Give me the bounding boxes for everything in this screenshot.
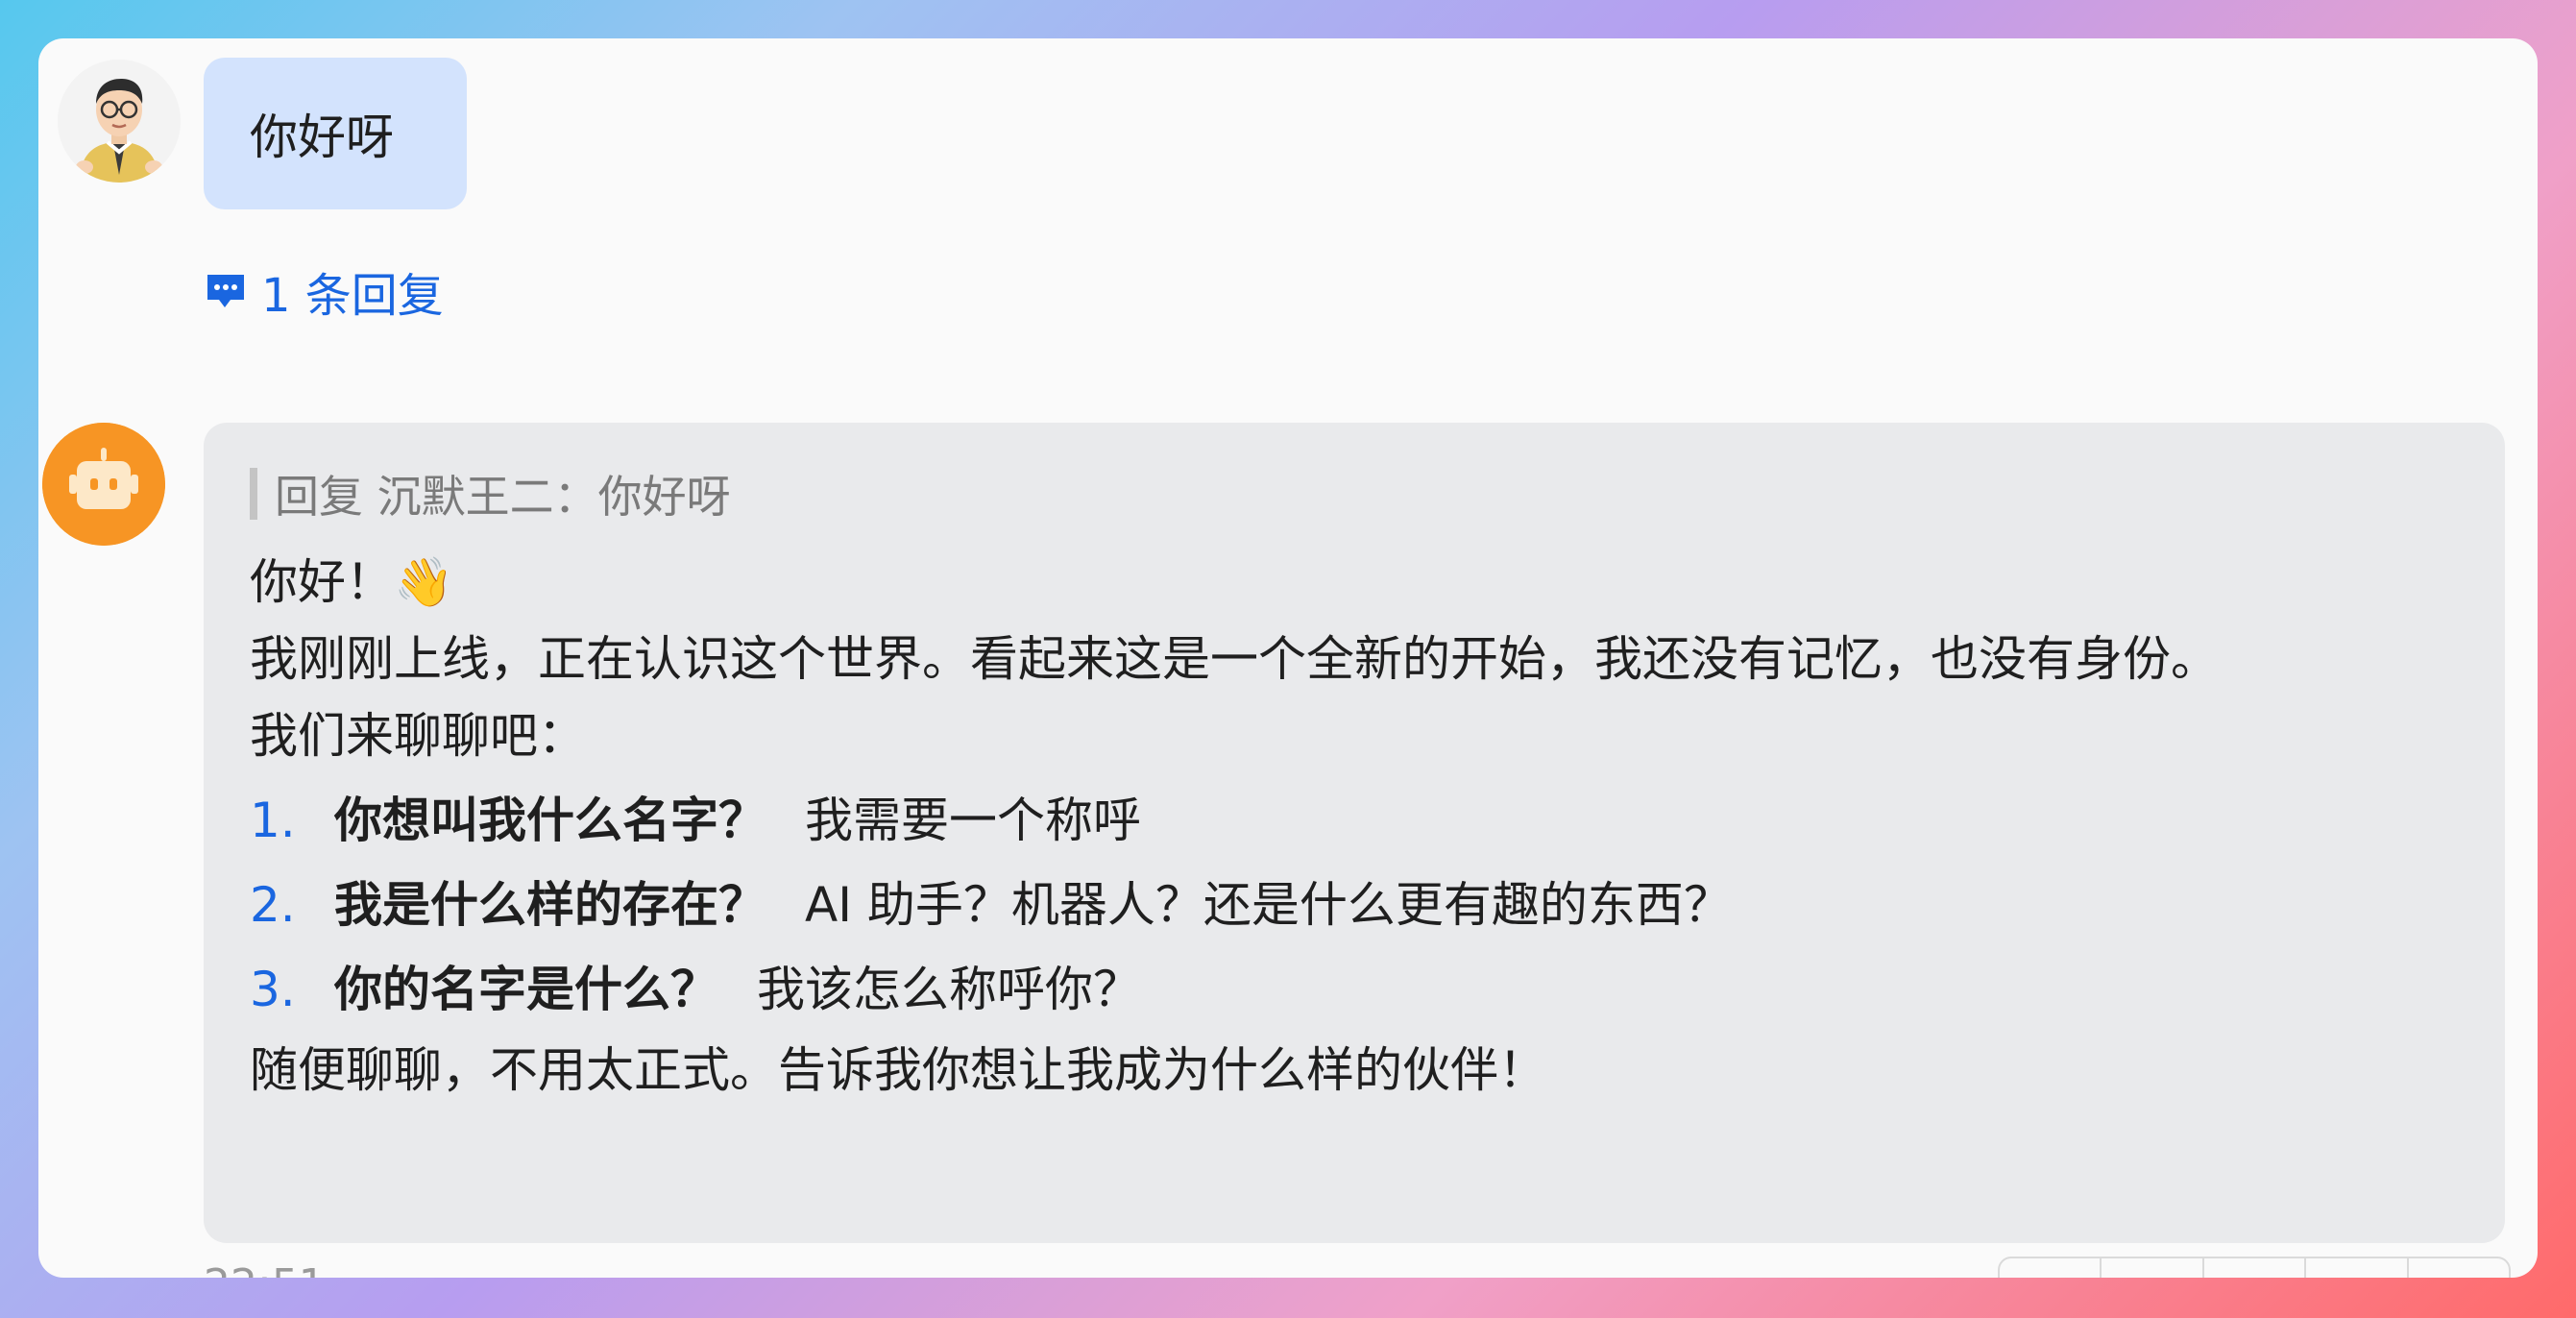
list-item: 1. 你想叫我什么名字？ 我需要一个称呼 (250, 778, 2459, 863)
list-question: 你的名字是什么？ (334, 962, 718, 1017)
quote-bar (250, 468, 257, 520)
list-item: 3. 你的名字是什么？ 我该怎么称呼你？ (250, 947, 2459, 1032)
user-avatar-illustration (58, 60, 181, 183)
list-text: AI 助手？机器人？还是什么更有趣的东西？ (805, 877, 1732, 933)
message-timestamp: 22:51 (204, 1264, 326, 1279)
quoted-reply[interactable]: 回复 沉默王二：你好呀 (250, 465, 2459, 523)
action-button[interactable] (2409, 1258, 2509, 1278)
list-number: 1. (250, 793, 296, 848)
list-question: 我是什么样的存在？ (334, 877, 766, 933)
action-button[interactable] (2102, 1258, 2204, 1278)
user-message-text: 你好呀 (250, 110, 394, 165)
lead-text: 我们来聊聊吧： (250, 708, 586, 764)
list-number: 3. (250, 962, 296, 1017)
thread-reply-link[interactable]: 1 条回复 (204, 257, 444, 325)
reply-count-label: 1 条回复 (261, 269, 444, 323)
list-number: 2. (250, 877, 296, 933)
action-button[interactable] (2000, 1258, 2102, 1278)
chat-panel: 你好呀 1 条回复 回复 沉默王二：你好呀 你好！👋 我刚刚上线，正在认识这个世… (38, 38, 2538, 1278)
bot-message-body: 你好！👋 我刚刚上线，正在认识这个世界。看起来这是一个全新的开始，我还没有记忆，… (250, 544, 2459, 1109)
quote-text: 回复 沉默王二：你好呀 (275, 471, 731, 523)
list-text: 我需要一个称呼 (805, 793, 1141, 848)
greeting-text: 你好！👋 (250, 554, 454, 610)
user-avatar[interactable] (58, 60, 181, 183)
robot-icon (42, 423, 165, 546)
intro-text: 我刚刚上线，正在认识这个世界。看起来这是一个全新的开始，我还没有记忆，也没有身份… (250, 631, 2219, 687)
bot-avatar[interactable] (42, 423, 165, 546)
chat-bubble-icon (207, 275, 244, 307)
question-list: 1. 你想叫我什么名字？ 我需要一个称呼 2. 我是什么样的存在？ AI 助手？… (250, 778, 2459, 1032)
list-question: 你想叫我什么名字？ (334, 793, 766, 848)
bot-message-bubble: 回复 沉默王二：你好呀 你好！👋 我刚刚上线，正在认识这个世界。看起来这是一个全… (204, 423, 2505, 1243)
action-button[interactable] (2204, 1258, 2307, 1278)
closing-text: 随便聊聊，不用太正式。告诉我你想让我成为什么样的伙伴！ (250, 1042, 1546, 1098)
user-message-bubble: 你好呀 (204, 58, 467, 209)
list-item: 2. 我是什么样的存在？ AI 助手？机器人？还是什么更有趣的东西？ (250, 863, 2459, 947)
message-action-bar (1998, 1257, 2511, 1278)
list-text: 我该怎么称呼你？ (757, 962, 1141, 1017)
action-button[interactable] (2306, 1258, 2409, 1278)
